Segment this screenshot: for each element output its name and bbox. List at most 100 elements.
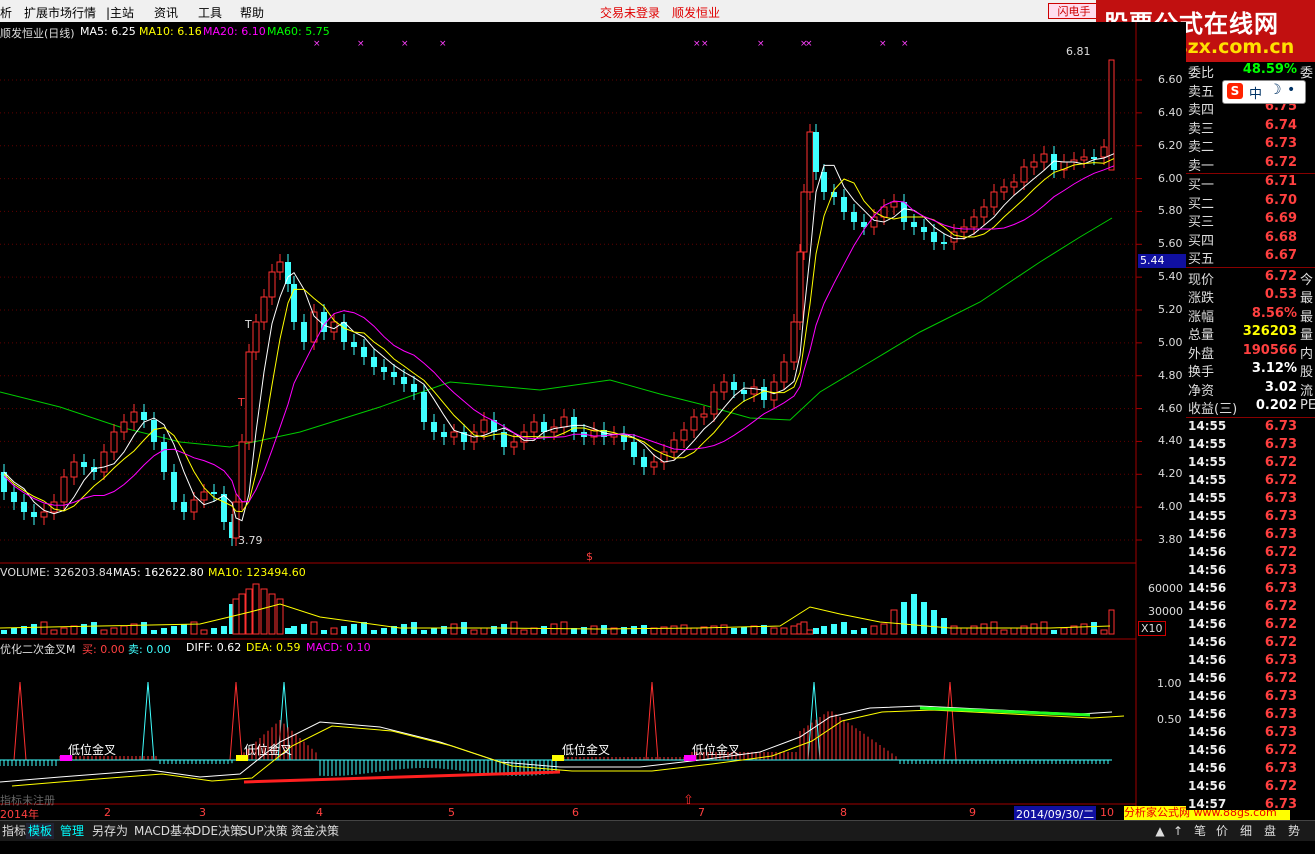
tab-template[interactable]: 模板	[26, 823, 55, 839]
tick-row: 14:56 6.73	[1186, 707, 1315, 725]
volume-bar	[831, 624, 837, 634]
tick-row: 14:56 6.73	[1186, 527, 1315, 545]
tick-time: 14:57	[1188, 796, 1227, 811]
volume-bar	[581, 627, 587, 634]
candle	[631, 442, 637, 457]
candle	[60, 476, 68, 503]
menu-item-analysis[interactable]: 析	[0, 4, 12, 21]
punct-icon[interactable]: •	[1287, 82, 1295, 98]
menu-item-extended-market[interactable]: 扩展市场行情	[24, 4, 96, 21]
tab-trades[interactable]: 笔	[1190, 823, 1210, 839]
tick-price: 6.73	[1264, 562, 1297, 578]
candle	[796, 251, 804, 323]
volume-bar	[880, 623, 888, 635]
candle	[120, 421, 128, 433]
ma10-label: MA10: 6.16	[139, 25, 202, 38]
candle	[450, 431, 458, 438]
tick-price: 6.73	[1264, 436, 1297, 452]
quote-extra-label: 委	[1300, 66, 1314, 81]
quote-value: 6.67	[1264, 248, 1297, 263]
quote-extra-label: PE	[1300, 398, 1315, 413]
price-y-tick: 5.40	[1158, 270, 1183, 284]
tick-price: 6.72	[1264, 778, 1297, 794]
indicator-name[interactable]: 优化二次金叉M	[0, 641, 76, 657]
tab-detail[interactable]: 细	[1236, 823, 1256, 839]
tab-price[interactable]: 价	[1212, 823, 1232, 839]
tab-indicator[interactable]: 指标	[0, 823, 28, 839]
volume-bar	[821, 626, 827, 634]
menu-item-help[interactable]: 帮助	[240, 4, 264, 21]
tick-time: 14:56	[1188, 598, 1227, 613]
cross-label: 低位金叉	[68, 743, 117, 757]
tick-price: 6.73	[1264, 796, 1297, 812]
volume-bar	[780, 627, 788, 635]
volume-bar	[741, 627, 747, 634]
price-y-tick: 6.60	[1158, 73, 1183, 86]
tab-fund[interactable]: 资金决策	[289, 823, 341, 839]
volume-bar	[670, 625, 678, 635]
volume-bar	[70, 625, 78, 635]
tick-row: 14:56 6.72	[1186, 617, 1315, 635]
flash-trade-button[interactable]: 闪电手	[1048, 3, 1100, 19]
quote-divider	[1186, 266, 1315, 268]
tick-time: 14:56	[1188, 742, 1227, 757]
volume-bar	[1100, 629, 1108, 635]
up-arrow-button[interactable]: ↑	[1168, 823, 1188, 839]
price-y-tick: 5.80	[1158, 204, 1183, 218]
volume-bar	[268, 593, 276, 635]
bid-row: 买一 6.71	[1186, 174, 1315, 193]
x-axis-label: 5	[448, 806, 455, 819]
moon-icon[interactable]: ☽	[1269, 82, 1282, 98]
candle	[31, 512, 37, 517]
quote-label: 买五	[1188, 252, 1215, 267]
kline-chart[interactable]: × × × × × × × ×× × × ⇧	[0, 22, 1186, 820]
quote-label: 净资	[1188, 383, 1215, 399]
tick-time: 14:55	[1188, 508, 1227, 523]
signal-x-marker: ×	[901, 39, 909, 49]
tab-board[interactable]: 盘	[1260, 823, 1280, 839]
tick-row: 14:56 6.73	[1186, 563, 1315, 581]
tab-dde[interactable]: DDE决策	[190, 823, 244, 839]
candle	[790, 321, 798, 363]
menu-item-tools[interactable]: 工具	[198, 4, 222, 21]
tab-sup[interactable]: SUP决策	[238, 823, 290, 839]
volume-bar	[1010, 627, 1018, 635]
scroll-up-button[interactable]: ▲	[1150, 823, 1170, 839]
candle	[70, 461, 78, 478]
candle	[1030, 161, 1038, 168]
signal-x-marker: ×	[701, 39, 709, 49]
high-price-label: 6.81	[1066, 45, 1091, 58]
candle	[1000, 186, 1008, 193]
tick-price: 6.73	[1264, 526, 1297, 542]
tab-trend[interactable]: 势	[1284, 823, 1304, 839]
ime-toolbar[interactable]: S 中 ☽ •	[1222, 80, 1306, 104]
quote-label: 卖一	[1188, 158, 1215, 174]
candle	[381, 367, 387, 372]
menu-item-news[interactable]: 资讯	[154, 4, 178, 21]
x-axis-label: 6	[572, 806, 579, 819]
quote-value: 6.74	[1264, 117, 1297, 133]
quote-extra-label: 今	[1300, 272, 1314, 288]
tick-row: 14:56 6.73	[1186, 689, 1315, 707]
candle	[780, 361, 788, 383]
tick-price: 6.72	[1264, 634, 1297, 650]
volume-bar	[480, 627, 488, 635]
quote-divider	[1186, 416, 1315, 418]
trade-login-status[interactable]: 交易未登录	[600, 4, 660, 21]
current-price-box: 5.44	[1138, 254, 1186, 268]
candle	[190, 499, 198, 513]
tab-manage[interactable]: 管理	[58, 823, 86, 839]
candle	[741, 390, 747, 394]
volume-bar	[421, 630, 427, 634]
signal-x-marker: ×	[439, 39, 447, 49]
ime-lang-toggle[interactable]: 中	[1249, 83, 1262, 102]
signal-x-marker: ×	[805, 39, 813, 49]
candle	[530, 421, 538, 433]
tab-macd-basic[interactable]: MACD基本	[132, 823, 196, 839]
bid-row: 买五 6.67	[1186, 248, 1315, 267]
quote-label: 涨跌	[1188, 291, 1215, 306]
tick-row: 14:56 6.72	[1186, 779, 1315, 797]
tab-save-as[interactable]: 另存为	[90, 823, 130, 839]
tick-price: 6.73	[1264, 580, 1297, 596]
menu-item-main-site[interactable]: |主站	[106, 4, 134, 21]
